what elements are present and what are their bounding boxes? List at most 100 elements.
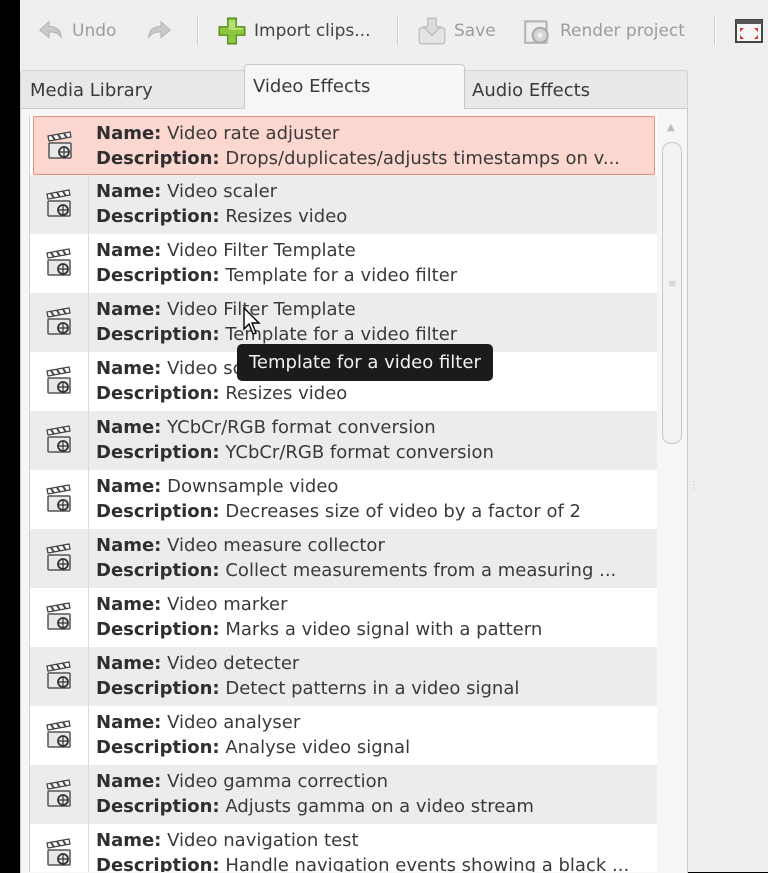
effect-row[interactable]: Name: Video scaler Description: Resizes … — [30, 175, 658, 234]
effect-name-line: Name: Downsample video — [96, 474, 652, 499]
clapperboard-icon — [46, 720, 71, 748]
effect-row[interactable]: Name: Video analyser Description: Analys… — [30, 706, 658, 765]
row-divider — [88, 470, 89, 529]
effects-list[interactable]: Name: Video rate adjuster Description: D… — [29, 116, 658, 872]
name-key: Name: — [96, 830, 162, 851]
render-project-button[interactable]: Render project — [522, 15, 685, 47]
effect-row-text: Name: YCbCr/RGB format conversion Descri… — [96, 415, 652, 465]
name-key: Name: — [96, 771, 162, 792]
clapperboard-icon — [46, 425, 71, 453]
name-key: Name: — [96, 240, 162, 261]
effect-description-line: Description: Analyse video signal — [96, 735, 652, 760]
description-key: Description: — [96, 678, 220, 699]
scroll-up-arrow[interactable]: ▲ — [667, 122, 675, 133]
toolbar-separator — [397, 17, 398, 45]
effect-description: Analyse video signal — [225, 737, 411, 758]
name-key: Name: — [96, 181, 162, 202]
effect-description: YCbCr/RGB format conversion — [225, 442, 494, 463]
toolbar-separator — [197, 17, 198, 45]
effect-row[interactable]: Name: Downsample video Description: Decr… — [30, 470, 658, 529]
fullscreen-button[interactable] — [734, 15, 764, 47]
effect-row-text: Name: Video gamma correction Description… — [96, 769, 652, 819]
tab-media-library[interactable]: Media Library — [30, 78, 153, 102]
row-divider — [88, 706, 89, 765]
effect-description-line: Description: Collect measurements from a… — [96, 558, 652, 583]
row-divider — [88, 175, 89, 234]
effect-description-line: Description: Drops/duplicates/adjusts ti… — [96, 146, 648, 171]
description-key: Description: — [96, 619, 220, 640]
undo-button[interactable]: Undo — [36, 15, 116, 47]
effect-row-text: Name: Video measure collector Descriptio… — [96, 533, 652, 583]
effect-row[interactable]: Name: Video navigation test Description:… — [30, 824, 658, 872]
effect-name: YCbCr/RGB format conversion — [167, 417, 436, 438]
effect-name-line: Name: Video gamma correction — [96, 769, 652, 794]
tab-media-library-label: Media Library — [30, 79, 153, 101]
name-key: Name: — [96, 358, 162, 379]
name-key: Name: — [96, 417, 162, 438]
undo-icon — [39, 20, 62, 40]
row-divider — [88, 588, 89, 647]
effect-row-text: Name: Video marker Description: Marks a … — [96, 592, 652, 642]
effect-name: Video gamma correction — [167, 771, 388, 792]
effect-row[interactable]: Name: Video rate adjuster Description: D… — [33, 116, 655, 175]
effect-description: Detect patterns in a video signal — [225, 678, 520, 699]
redo-icon — [148, 20, 171, 40]
effect-row-text: Name: Video analyser Description: Analys… — [96, 710, 652, 760]
clapperboard-icon — [46, 189, 71, 217]
name-key: Name: — [96, 535, 162, 556]
tooltip-text: Template for a video filter — [249, 352, 481, 373]
save-button[interactable]: Save — [416, 15, 496, 47]
name-key: Name: — [96, 123, 162, 144]
effect-row-text: Name: Video navigation test Description:… — [96, 828, 652, 872]
clapperboard-icon — [46, 661, 71, 689]
scroll-thumb[interactable]: ≡ — [662, 142, 682, 444]
effect-name-line: Name: Video Filter Template — [96, 238, 652, 263]
name-key: Name: — [96, 712, 162, 733]
effect-name-line: Name: Video marker — [96, 592, 652, 617]
mouse-cursor-icon — [243, 307, 261, 335]
description-key: Description: — [96, 148, 220, 169]
import-clips-label: Import clips... — [254, 21, 371, 41]
effect-description-line: Description: Template for a video filter — [96, 263, 652, 288]
effect-name: Video marker — [167, 594, 288, 615]
row-divider — [88, 824, 89, 872]
tab-audio-effects[interactable]: Audio Effects — [472, 78, 590, 102]
effect-name: Video detecter — [167, 653, 300, 674]
effect-description: Decreases size of video by a factor of 2 — [225, 501, 581, 522]
effect-name: Video Filter Template — [167, 240, 356, 261]
pane-resize-handle[interactable]: ⋮ — [689, 481, 699, 491]
effect-description: Resizes video — [225, 383, 348, 404]
effect-name: Video navigation test — [167, 830, 359, 851]
effect-name-line: Name: Video navigation test — [96, 828, 652, 853]
clapperboard-icon — [46, 838, 71, 866]
effect-row[interactable]: Name: Video gamma correction Description… — [30, 765, 658, 824]
effect-description-line: Description: YCbCr/RGB format conversion — [96, 440, 652, 465]
effect-row-text: Name: Video Filter Template Description:… — [96, 297, 652, 347]
effect-row[interactable]: Name: YCbCr/RGB format conversion Descri… — [30, 411, 658, 470]
effect-row[interactable]: Name: Video marker Description: Marks a … — [30, 588, 658, 647]
name-key: Name: — [96, 476, 162, 497]
clapperboard-icon — [47, 131, 72, 159]
tab-video-effects[interactable]: Video Effects — [244, 64, 465, 109]
effect-row[interactable]: Name: Video Filter Template Description:… — [30, 234, 658, 293]
effect-description-line: Description: Adjusts gamma on a video st… — [96, 794, 652, 819]
redo-button[interactable] — [146, 15, 174, 47]
effect-description: Template for a video filter — [225, 265, 458, 286]
effect-name: Video rate adjuster — [167, 123, 340, 144]
effect-description: Handle navigation events showing a black… — [225, 855, 630, 872]
list-scrollbar[interactable]: ▲ ≡ — [657, 116, 686, 872]
effect-row[interactable]: Name: Video detecter Description: Detect… — [30, 647, 658, 706]
import-clips-button[interactable]: Import clips... — [216, 15, 370, 47]
description-key: Description: — [96, 324, 220, 345]
effect-name-line: Name: Video scaler — [96, 179, 652, 204]
description-key: Description: — [96, 383, 220, 404]
effect-row[interactable]: Name: Video measure collector Descriptio… — [30, 529, 658, 588]
description-key: Description: — [96, 501, 220, 522]
name-key: Name: — [96, 594, 162, 615]
effect-description: Drops/duplicates/adjusts timestamps on v… — [225, 148, 621, 169]
fullscreen-icon — [735, 19, 763, 43]
effect-row-text: Name: Video rate adjuster Description: D… — [96, 121, 648, 171]
description-key: Description: — [96, 560, 220, 581]
effect-description: Marks a video signal with a pattern — [225, 619, 543, 640]
description-key: Description: — [96, 442, 220, 463]
